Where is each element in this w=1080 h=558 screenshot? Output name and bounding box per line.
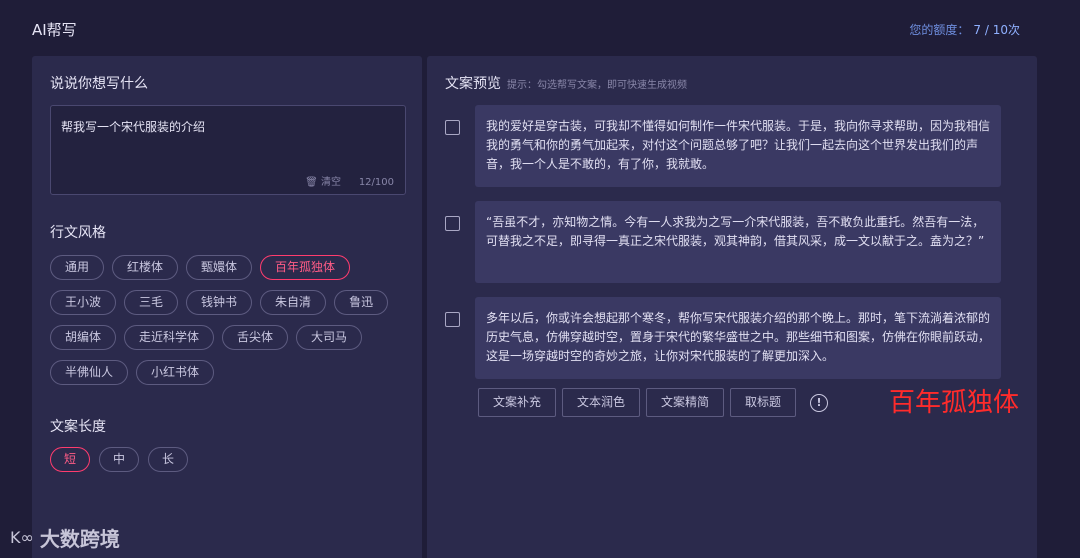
quota-value: 7 / 10次 [973,23,1020,37]
length-section-title: 文案长度 [50,419,106,435]
style-chip[interactable]: 半佛仙人 [50,360,129,385]
char-count: 12/100 [358,177,394,188]
quota-display: 您的额度： 7 / 10次 [909,21,1020,38]
length-chip-selected[interactable]: 短 [50,447,91,472]
prompt-value: 帮我写一个宋代服装的介绍 [61,120,206,134]
copy-card[interactable]: 多年以后，你或许会想起那个寒冬，帮你写宋代服装介绍的那个晚上。那时，笔下流淌着浓… [475,297,1001,379]
trash-icon: 🗑 [305,177,318,188]
watermark: K∞ 大数跨境 [10,523,120,552]
style-chip[interactable]: 甄嬛体 [186,255,253,280]
copy-option: 多年以后，你或许会想起那个寒冬，帮你写宋代服装介绍的那个晚上。那时，笔下流淌着浓… [445,297,1005,379]
style-chip[interactable]: 三毛 [124,290,179,315]
length-chip[interactable]: 长 [148,447,189,472]
style-chip[interactable]: 王小波 [50,290,117,315]
copy-option: “吾虽不才，亦知物之情。今有一人求我为之写一介宋代服装，吾不敢负此重托。然吾有一… [445,201,1005,283]
style-chip[interactable]: 钱钟书 [186,290,253,315]
simplify-button[interactable]: 文案精简 [646,388,725,417]
style-options: 通用 红楼体 甄嬛体 百年孤独体 王小波 三毛 钱钟书 朱自清 鲁迅 胡编体 走… [50,255,390,385]
clear-button[interactable]: 🗑 清空 [305,173,341,188]
style-section-title: 行文风格 [50,225,106,241]
style-chip[interactable]: 走近科学体 [124,325,215,350]
quota-label: 您的额度： [909,23,970,37]
length-chip[interactable]: 中 [99,447,140,472]
supplement-button[interactable]: 文案补充 [478,388,557,417]
title-button[interactable]: 取标题 [730,388,797,417]
clear-label: 清空 [321,177,341,188]
page-title: AI帮写 [32,21,77,39]
style-chip-selected[interactable]: 百年孤独体 [260,255,351,280]
preview-title-row: 文案预览 提示：勾选帮写文案，即可快速生成视频 [445,73,687,93]
style-annotation: 百年孤独体 [889,388,1020,418]
style-chip[interactable]: 舌尖体 [222,325,289,350]
preview-hint: 提示：勾选帮写文案，即可快速生成视频 [507,80,687,91]
brand-logo-icon: K∞ [10,528,34,547]
preview-panel: 文案预览 提示：勾选帮写文案，即可快速生成视频 我的爱好是穿古装，可我却不懂得如何… [427,56,1037,558]
style-chip[interactable]: 大司马 [296,325,363,350]
style-chip[interactable]: 朱自清 [260,290,327,315]
style-chip[interactable]: 鲁迅 [334,290,389,315]
settings-panel: 说说你想写什么 帮我写一个宋代服装的介绍 🗑 清空 12/100 行文风格 通用… [32,56,422,558]
style-chip[interactable]: 小红书体 [136,360,215,385]
copy-option: 我的爱好是穿古装，可我却不懂得如何制作一件宋代服装。于是，我向你寻求帮助，因为我… [445,105,1005,187]
copy-card[interactable]: “吾虽不才，亦知物之情。今有一人求我为之写一介宋代服装，吾不敢负此重托。然吾有一… [475,201,1001,283]
style-chip[interactable]: 红楼体 [112,255,179,280]
info-icon[interactable] [810,393,829,412]
input-section-title: 说说你想写什么 [50,76,148,92]
prompt-textarea[interactable]: 帮我写一个宋代服装的介绍 🗑 清空 12/100 [50,105,406,195]
preview-title: 文案预览 [445,76,501,92]
action-buttons: 文案补充 文本润色 文案精简 取标题 [478,388,829,417]
watermark-text: 大数跨境 [39,527,120,551]
polish-button[interactable]: 文本润色 [562,388,641,417]
option-checkbox[interactable] [445,312,460,327]
style-chip[interactable]: 胡编体 [50,325,117,350]
length-options: 短 中 长 [50,447,390,472]
option-checkbox[interactable] [445,120,460,135]
option-checkbox[interactable] [445,216,460,231]
copy-card[interactable]: 我的爱好是穿古装，可我却不懂得如何制作一件宋代服装。于是，我向你寻求帮助，因为我… [475,105,1001,187]
style-chip[interactable]: 通用 [50,255,105,280]
